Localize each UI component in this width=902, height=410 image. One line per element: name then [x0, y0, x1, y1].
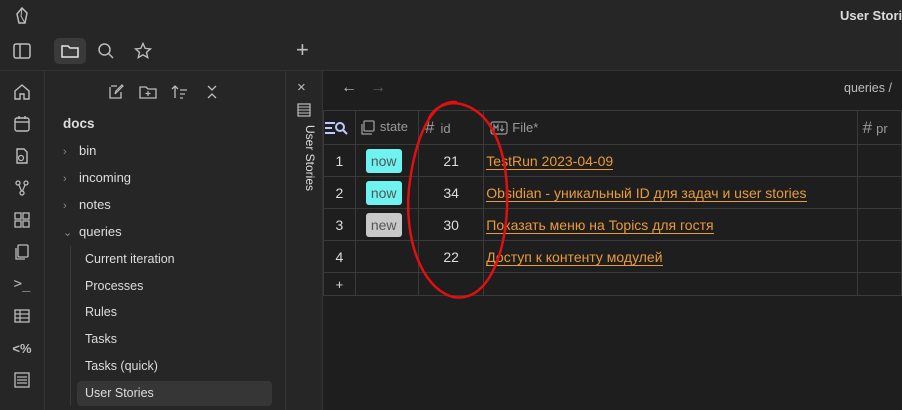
status-badge: new	[365, 212, 402, 237]
back-arrow-icon[interactable]: ←	[341, 79, 357, 97]
file-explorer-icon[interactable]	[54, 38, 86, 64]
file-cell: Obsidian - уникальный ID для задач и use…	[483, 176, 858, 209]
home-icon[interactable]	[10, 80, 34, 104]
obsidian-logo-icon	[12, 6, 32, 26]
folder-label: queries	[79, 224, 122, 239]
new-tab-button[interactable]: +	[296, 38, 309, 62]
search-table-icon	[325, 122, 348, 135]
extra-cell[interactable]	[856, 176, 902, 209]
title-bar	[0, 0, 902, 32]
copy-files-icon[interactable]	[10, 240, 34, 264]
breadcrumb[interactable]: queries /	[844, 81, 892, 95]
column-header-next[interactable]: # pr	[856, 110, 902, 145]
chevron-right-icon: ›	[63, 200, 67, 212]
calendar-icon[interactable]	[10, 112, 34, 136]
tab-title-vertical[interactable]: User Stories	[303, 125, 317, 191]
file-rules[interactable]: Rules	[85, 305, 117, 319]
file-cell: TestRun 2023-04-09	[483, 144, 858, 177]
column-label: pr	[876, 120, 888, 136]
file-link[interactable]: Доступ к контенту модулей	[486, 248, 663, 266]
empty-cell	[856, 272, 902, 296]
row-number[interactable]: 3	[323, 208, 356, 241]
column-header-file[interactable]: File*	[483, 110, 858, 145]
canvas-grid-icon[interactable]	[10, 208, 34, 232]
vault-root[interactable]: docs	[63, 116, 95, 131]
folder-bin[interactable]: › bin	[63, 143, 96, 158]
table-icon[interactable]	[10, 304, 34, 328]
status-badge: now	[365, 148, 402, 173]
folder-queries[interactable]: ⌄ queries	[63, 224, 122, 239]
empty-cell	[483, 272, 858, 296]
templater-icon[interactable]: <%	[10, 336, 34, 360]
search-icon[interactable]	[93, 38, 119, 64]
status-badge: now	[365, 180, 402, 205]
folder-label: bin	[79, 143, 97, 158]
file-cell: Показать меню на Topics для гостя	[483, 208, 858, 241]
file-user-stories[interactable]: User Stories	[85, 386, 154, 400]
forward-arrow-icon[interactable]: →	[370, 79, 386, 97]
folder-label: incoming	[79, 170, 132, 185]
row-number[interactable]: 2	[323, 176, 356, 209]
extra-cell[interactable]	[856, 144, 902, 177]
chevron-right-icon: ›	[63, 146, 67, 158]
red-circle-annotation	[406, 100, 509, 299]
tag-type-icon	[361, 120, 375, 135]
sidebar-toggle-icon[interactable]	[9, 38, 35, 64]
new-note-icon[interactable]	[105, 81, 127, 103]
new-folder-icon[interactable]	[137, 81, 159, 103]
sort-order-icon[interactable]	[169, 81, 191, 103]
chevron-down-icon: ⌄	[63, 227, 73, 239]
file-processes[interactable]: Processes	[85, 279, 143, 293]
extra-cell[interactable]	[856, 240, 902, 273]
sync-file-icon[interactable]	[10, 144, 34, 168]
add-row-button[interactable]: +	[323, 272, 356, 296]
tree-indent-guide	[70, 246, 71, 406]
row-number[interactable]: 4	[323, 240, 356, 273]
file-link[interactable]: Obsidian - уникальный ID для задач и use…	[486, 184, 807, 202]
list-document-icon[interactable]	[10, 368, 34, 392]
close-tab-icon[interactable]: ×	[297, 79, 306, 96]
folder-notes[interactable]: › notes	[63, 197, 111, 212]
folder-label: notes	[79, 197, 111, 212]
number-type-icon: #	[862, 117, 873, 137]
file-current-iteration[interactable]: Current iteration	[85, 252, 175, 266]
file-tasks-quick[interactable]: Tasks (quick)	[85, 359, 158, 373]
terminal-icon[interactable]: >_	[10, 272, 34, 296]
extra-cell[interactable]	[856, 208, 902, 241]
folder-incoming[interactable]: › incoming	[63, 170, 131, 185]
column-label: File*	[512, 119, 539, 135]
chevron-right-icon: ›	[63, 173, 67, 185]
row-number[interactable]: 1	[323, 144, 356, 177]
file-link[interactable]: Показать меню на Topics для гостя	[486, 216, 714, 234]
table-view-icon	[297, 103, 311, 122]
collapse-all-icon[interactable]	[201, 81, 223, 103]
file-cell: Доступ к контенту модулей	[483, 240, 858, 273]
bookmark-star-icon[interactable]	[130, 38, 156, 64]
table-menu-header[interactable]	[323, 110, 356, 145]
graph-view-icon[interactable]	[10, 176, 34, 200]
file-tasks[interactable]: Tasks	[85, 332, 117, 346]
window-title: User Stories	[840, 8, 902, 23]
